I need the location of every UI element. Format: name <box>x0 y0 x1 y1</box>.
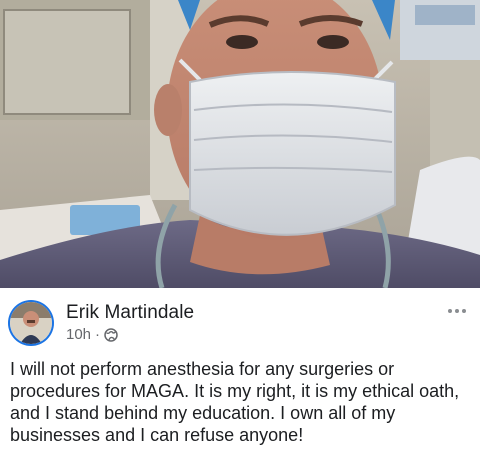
avatar[interactable] <box>10 302 52 344</box>
more-dot <box>462 309 466 313</box>
post-time[interactable]: 10h <box>66 326 91 343</box>
post-meta: 10h · <box>66 326 118 343</box>
more-options-icon[interactable] <box>445 303 469 319</box>
globe-icon[interactable] <box>104 327 118 342</box>
more-dot <box>448 309 452 313</box>
post-text: I will not perform anesthesia for any su… <box>10 359 460 445</box>
more-dot <box>455 309 459 313</box>
selfie-image <box>0 0 480 288</box>
avatar-image <box>10 302 52 344</box>
post-photo[interactable] <box>0 0 480 288</box>
meta-separator: · <box>95 326 101 343</box>
author-name[interactable]: Erik Martindale <box>66 302 194 324</box>
